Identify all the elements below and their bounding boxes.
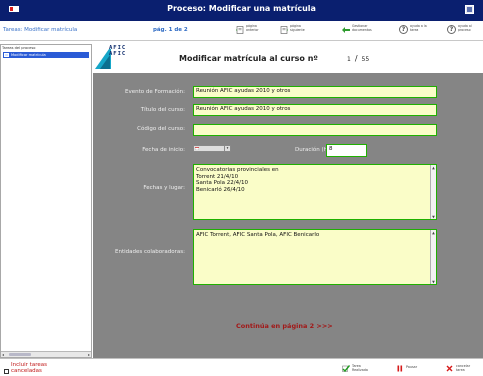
- calendar-icon: [195, 147, 199, 150]
- titulo-label: Título del curso:: [140, 107, 185, 113]
- status-bar: Incluir tareas canceladas Tarea Realizad…: [0, 358, 483, 376]
- window-menu-icon[interactable]: [465, 5, 474, 14]
- include-cancelled-checkbox[interactable]: [4, 369, 9, 374]
- scroll-right-icon[interactable]: ▸: [88, 352, 90, 357]
- fecha-inicio-datepicker[interactable]: ▾: [193, 145, 231, 152]
- sidebar-item-label: Modificar matrícula: [11, 53, 46, 57]
- fechas-lugar-textarea[interactable]: Convocatorias provinciales en Torrent 21…: [193, 164, 437, 220]
- cancel-task-label: cancelar tarea: [456, 364, 471, 372]
- window-title: Proceso: Modificar una matrícula: [167, 4, 316, 13]
- task-done-button[interactable]: Tarea Realizada: [342, 364, 368, 372]
- logo-text: AFIC AFIC: [109, 45, 127, 57]
- next-page-button[interactable]: página siguiente: [280, 24, 308, 37]
- task-icon: [4, 53, 9, 57]
- form-panel: AFIC AFIC Modificar matrícula al curso n…: [93, 44, 483, 358]
- manage-documents-label: Gestionar documentos: [352, 24, 372, 32]
- task-help-button[interactable]: ? ayuda a la tarea: [399, 24, 428, 37]
- task-help-label: ayuda a la tarea: [410, 24, 427, 32]
- course-counter: 1/55: [347, 54, 370, 63]
- process-help-label: ayuda al proceso: [458, 24, 472, 32]
- entidades-label: Entidades colaboradoras:: [115, 249, 185, 255]
- page-title: Modificar matrícula al curso nº: [179, 54, 318, 63]
- prev-page-label: página anterior: [246, 24, 259, 32]
- next-page-label: página siguiente: [290, 24, 305, 32]
- toolbar: Tareas: Modificar matrícula pág. 1 de 2 …: [0, 21, 483, 41]
- cancel-task-button[interactable]: cancelar tarea: [446, 364, 471, 372]
- scroll-down-icon[interactable]: ▼: [431, 279, 436, 284]
- duracion-field[interactable]: 8: [326, 144, 367, 157]
- fechas-lugar-label: Fechas y lugar:: [143, 185, 185, 191]
- scroll-down-icon[interactable]: ▼: [431, 214, 436, 219]
- textarea-scrollbar[interactable]: ▲ ▼: [430, 230, 436, 284]
- course-total: 55: [361, 56, 370, 63]
- fecha-inicio-label: Fecha de inicio:: [142, 147, 185, 153]
- task-done-label: Tarea Realizada: [352, 364, 368, 372]
- next-page-icon: [280, 26, 288, 34]
- current-task-label: Tareas: Modificar matrícula: [3, 27, 78, 33]
- documents-icon: [342, 27, 350, 33]
- include-cancelled-label: Incluir tareas canceladas: [11, 362, 47, 374]
- title-bar: Proceso: Modificar una matrícula: [0, 0, 483, 21]
- page-indicator: pág. 1 de 2: [153, 27, 188, 33]
- textarea-scrollbar[interactable]: ▲ ▼: [430, 165, 436, 219]
- prev-page-button[interactable]: página anterior: [236, 24, 264, 37]
- scroll-up-icon[interactable]: ▲: [431, 165, 436, 170]
- titulo-field[interactable]: Reunión AFIC ayudas 2010 y otros: [193, 104, 437, 116]
- scrollbar-thumb[interactable]: [9, 353, 31, 356]
- continue-next-page-link[interactable]: Continúa en página 2 >>>: [236, 322, 333, 330]
- prev-page-icon: [236, 26, 244, 34]
- codigo-label: Código del curso:: [137, 126, 185, 132]
- evento-field[interactable]: Reunión AFIC ayudas 2010 y otros: [193, 86, 437, 98]
- sidebar-item-modificar-matricula[interactable]: Modificar matrícula: [3, 52, 89, 58]
- form-header: AFIC AFIC Modificar matrícula al curso n…: [93, 44, 483, 73]
- sidebar-horizontal-scrollbar[interactable]: ◂ ▸: [1, 351, 91, 357]
- manage-documents-button[interactable]: Gestionar documentos: [342, 24, 372, 37]
- pause-button[interactable]: Pausar: [396, 365, 417, 372]
- evento-label: Evento de Formación:: [125, 89, 185, 95]
- scroll-up-icon[interactable]: ▲: [431, 230, 436, 235]
- task-sidebar: Tareas del proceso Modificar matrícula ◂…: [0, 44, 92, 358]
- sidebar-header: Tareas del proceso: [2, 46, 36, 50]
- process-help-button[interactable]: ? ayuda al proceso: [447, 24, 476, 37]
- pause-label: Pausar: [406, 365, 418, 369]
- pause-icon: [397, 365, 403, 372]
- codigo-field[interactable]: [193, 124, 437, 136]
- help-icon: ?: [447, 25, 456, 34]
- entidades-textarea[interactable]: AFIC Torrent, AFIC Santa Pola, AFIC Beni…: [193, 229, 437, 285]
- help-icon: ?: [399, 25, 408, 34]
- scroll-left-icon[interactable]: ◂: [2, 352, 4, 357]
- chevron-down-icon[interactable]: ▾: [224, 146, 230, 151]
- check-icon: [342, 365, 350, 372]
- cancel-icon: [446, 365, 453, 372]
- course-current: 1: [347, 56, 351, 63]
